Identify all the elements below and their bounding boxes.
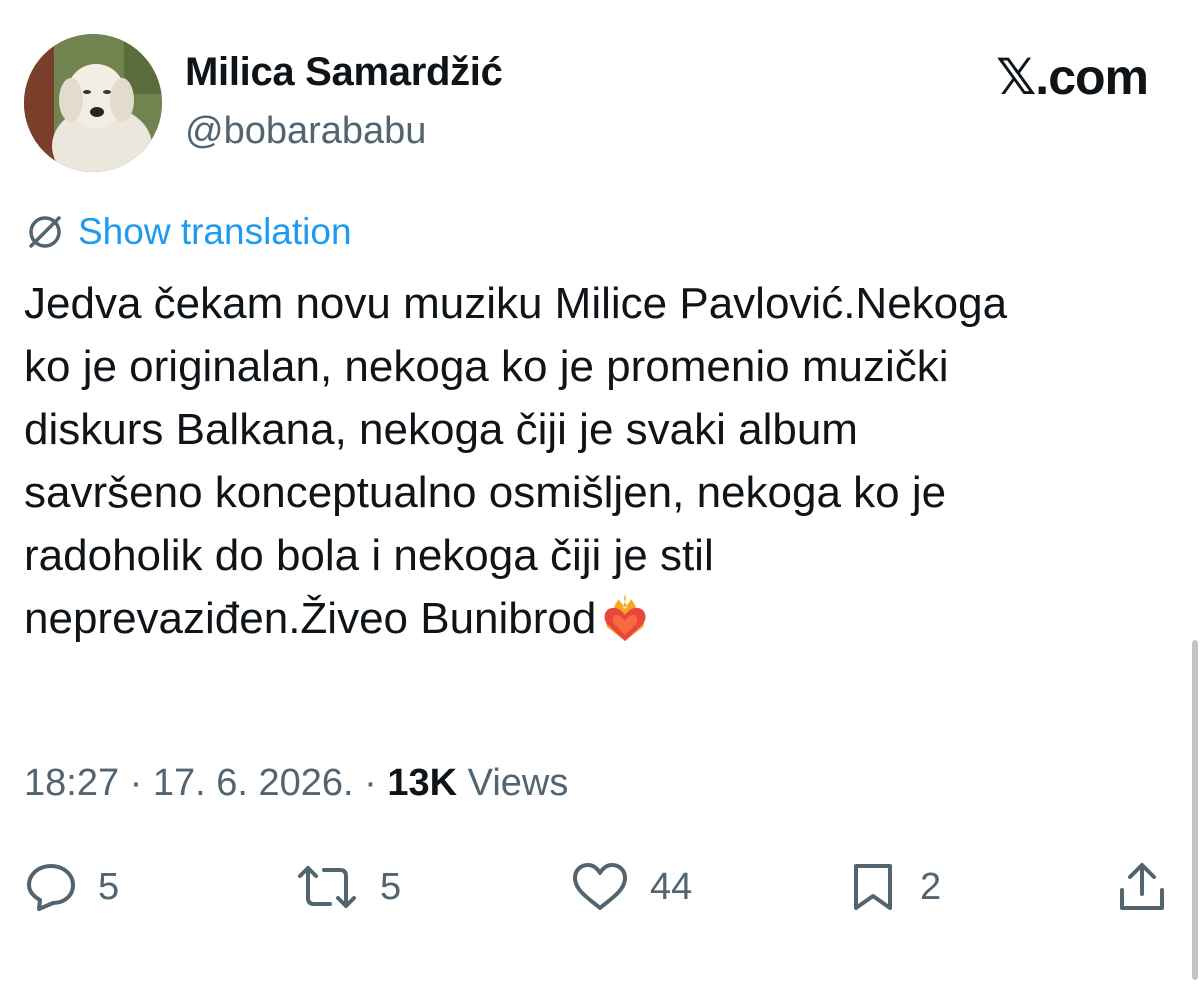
tweet-line: Jedva čekam novu muziku Milice Pavlović.… [24, 279, 1008, 328]
show-translation-link[interactable]: Show translation [24, 208, 352, 256]
reply-icon [27, 864, 75, 911]
tweet-line: neprevaziđen.Živeo Bunibrod [24, 594, 597, 643]
bookmark-icon [854, 864, 892, 910]
tweet-last-line: neprevaziđen.Živeo Bunibrod [24, 587, 1184, 662]
meta-separator: · [129, 762, 153, 804]
scrollbar[interactable] [1192, 640, 1198, 980]
views-count: 13K [387, 762, 458, 804]
tweet-line: savršeno konceptualno osmišljen, nekoga … [24, 468, 947, 517]
bookmark-count: 2 [920, 865, 942, 908]
tweet-meta: 18:27 · 17. 6. 2026. · 13K Views [24, 762, 568, 805]
like-count: 44 [650, 865, 693, 908]
tweet-time[interactable]: 18:27 [24, 762, 119, 804]
repost-button[interactable]: 5 [294, 852, 401, 922]
avatar[interactable] [24, 34, 162, 172]
repost-count: 5 [380, 865, 402, 908]
reply-count: 5 [98, 865, 120, 908]
dog-avatar-image [24, 34, 162, 172]
tweet-date[interactable]: 17. 6. 2026. [153, 762, 354, 804]
tweet-line: radoholik do bola i nekoga čiji je stil [24, 531, 714, 580]
meta-separator: · [364, 762, 388, 804]
tweet-line: diskurs Balkana, nekoga čiji je svaki al… [24, 405, 858, 454]
heart-icon [573, 863, 627, 910]
display-name[interactable]: Milica Samardžić [185, 50, 503, 95]
repost-icon [298, 866, 356, 908]
tweet-text: Jedva čekam novu muziku Milice Pavlović.… [24, 272, 1184, 662]
like-button[interactable]: 44 [570, 852, 692, 922]
reply-button[interactable]: 5 [24, 852, 119, 922]
show-translation-label: Show translation [78, 211, 352, 252]
bookmark-button[interactable]: 2 [846, 852, 941, 922]
translate-icon [29, 216, 61, 248]
user-handle[interactable]: @bobarababu [185, 110, 426, 153]
tweet-line: ko je originalan, nekoga ko je promenio … [24, 342, 949, 391]
share-icon [1120, 863, 1164, 910]
heart-on-fire-icon [598, 591, 652, 662]
views-label: Views [467, 762, 569, 804]
share-button[interactable] [1114, 852, 1190, 922]
x-com-brand: 𝕏.com [996, 49, 1149, 105]
action-bar: 5 5 44 2 [0, 852, 1200, 922]
